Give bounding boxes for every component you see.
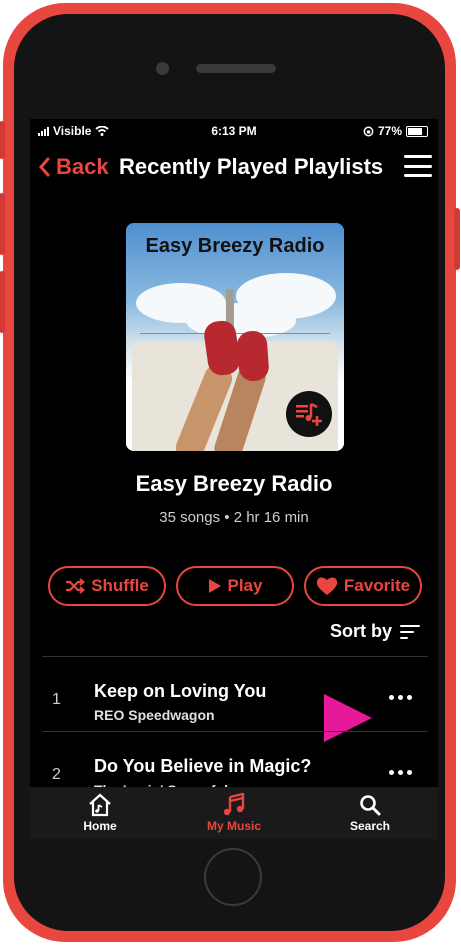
- track-artist: REO Speedwagon: [94, 707, 215, 723]
- back-button[interactable]: Back: [38, 154, 109, 180]
- playlist-title: Easy Breezy Radio: [135, 471, 333, 496]
- track-number: 2: [52, 766, 61, 783]
- sort-icon: [400, 624, 420, 639]
- track-number: 1: [52, 691, 61, 708]
- tab-my-music-label: My Music: [206, 819, 261, 833]
- favorite-button[interactable]: Favorite: [304, 566, 422, 606]
- more-options-icon[interactable]: [389, 695, 412, 700]
- playlist-add-icon: [286, 391, 332, 437]
- page-title: Recently Played Playlists: [119, 154, 384, 179]
- heart-icon: [316, 577, 338, 595]
- hamburger-menu-icon[interactable]: [404, 155, 432, 177]
- search-icon: [360, 795, 381, 816]
- play-pointer-icon[interactable]: [324, 694, 372, 742]
- track-title: Do You Believe in Magic?: [94, 756, 312, 776]
- more-options-icon[interactable]: [389, 770, 412, 775]
- playlist-cover-art: Easy Breezy Radio: [126, 223, 344, 451]
- navigation-bar: Back Recently Played Playlists: [30, 149, 438, 185]
- tab-search-label: Search: [349, 819, 391, 833]
- cover-title: Easy Breezy Radio: [145, 235, 325, 257]
- volume-down-button: [0, 271, 5, 333]
- tab-bar: Home My Music Search: [30, 787, 438, 839]
- mute-switch: [0, 121, 5, 159]
- list-divider: [42, 731, 428, 732]
- orientation-lock-icon: [363, 126, 374, 136]
- status-bar: Visible 6:13 PM 77%: [30, 119, 438, 143]
- front-camera: [156, 62, 169, 75]
- favorite-label: Favorite: [343, 576, 411, 595]
- power-button: [454, 208, 460, 270]
- battery-percent: 77%: [377, 124, 402, 138]
- chevron-left-icon: [39, 157, 50, 177]
- back-label: Back: [56, 154, 109, 179]
- track-title: Keep on Loving You: [94, 681, 267, 701]
- shuffle-icon: [66, 578, 86, 594]
- music-note-icon: [223, 793, 245, 816]
- shuffle-label: Shuffle: [91, 576, 149, 595]
- home-icon: [89, 793, 111, 817]
- volume-up-button: [0, 193, 5, 255]
- play-button[interactable]: Play: [176, 566, 294, 606]
- home-hardware-button[interactable]: [204, 848, 262, 906]
- sort-by-button[interactable]: Sort by: [330, 621, 420, 642]
- tab-home-label: Home: [83, 819, 117, 833]
- shuffle-button[interactable]: Shuffle: [48, 566, 166, 606]
- battery-icon: [406, 125, 428, 137]
- play-label: Play: [227, 576, 263, 595]
- earpiece-speaker: [196, 64, 276, 73]
- list-divider: [42, 656, 428, 657]
- tab-my-music[interactable]: My Music: [184, 791, 284, 833]
- sort-by-label: Sort by: [329, 621, 392, 641]
- track-row[interactable]: 1 Keep on Loving You REO Speedwagon: [30, 661, 438, 742]
- playlist-meta: 35 songs • 2 hr 16 min: [159, 509, 309, 526]
- app-screen: Visible 6:13 PM 77% Back Recently Played…: [30, 119, 438, 839]
- play-icon: [208, 579, 221, 593]
- tab-search[interactable]: Search: [320, 791, 420, 833]
- tab-home[interactable]: Home: [50, 791, 150, 833]
